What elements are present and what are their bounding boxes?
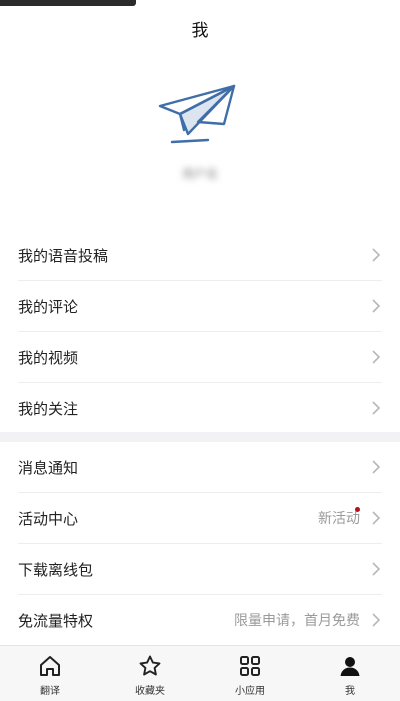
tab-favorites[interactable]: 收藏夹	[100, 646, 200, 701]
chevron-right-icon	[372, 401, 381, 415]
grid-icon	[240, 656, 260, 676]
chevron-right-icon	[372, 299, 381, 313]
menu-item-label: 我的视频	[18, 348, 79, 367]
free-data-hint: 限量申请，首月免费	[234, 613, 360, 629]
status-bar-pill	[0, 0, 136, 6]
menu-item-offline-package[interactable]: 下载离线包	[18, 544, 382, 595]
menu-group-account: 我的语音投稿 我的评论 我的视频 我的关注	[0, 230, 400, 433]
star-icon	[139, 655, 161, 676]
tab-translate[interactable]: 翻译	[0, 646, 100, 701]
username-text: 用户名	[181, 166, 218, 181]
tab-label: 收藏夹	[135, 686, 165, 697]
tab-mini-apps[interactable]: 小应用	[200, 646, 300, 701]
section-divider	[0, 432, 400, 442]
menu-item-free-data[interactable]: 免流量特权 限量申请，首月免费	[18, 595, 382, 645]
menu-item-activity-center[interactable]: 活动中心 新活动	[18, 493, 382, 544]
chevron-right-icon	[372, 350, 381, 364]
new-activity-hint: 新活动	[318, 511, 360, 527]
menu-item-label: 我的评论	[18, 297, 79, 316]
page-header: 我	[0, 8, 400, 48]
chevron-right-icon	[372, 562, 381, 576]
menu-item-following[interactable]: 我的关注	[18, 383, 382, 433]
chevron-right-icon	[372, 511, 381, 525]
menu-item-voice-submissions[interactable]: 我的语音投稿	[18, 230, 382, 281]
menu-group-settings: 消息通知 活动中心 新活动 下载离线包 免流量特权 限量申请，首月免费	[0, 442, 400, 645]
chevron-right-icon	[372, 613, 381, 627]
menu-item-comments[interactable]: 我的评论	[18, 281, 382, 332]
menu-item-label: 免流量特权	[18, 611, 94, 630]
home-icon	[40, 656, 60, 676]
menu-item-videos[interactable]: 我的视频	[18, 332, 382, 383]
tab-label: 小应用	[235, 686, 265, 697]
chevron-right-icon	[372, 248, 381, 262]
new-badge-dot	[355, 507, 360, 512]
menu-item-label: 消息通知	[18, 458, 79, 477]
menu-item-label: 我的语音投稿	[18, 246, 109, 265]
status-bar	[0, 0, 400, 8]
tab-label: 翻译	[40, 686, 60, 697]
menu-item-notifications[interactable]: 消息通知	[18, 442, 382, 493]
profile-section: 用户名	[0, 48, 400, 226]
tab-label: 我	[345, 686, 355, 697]
tab-me[interactable]: 我	[300, 646, 400, 701]
menu-item-label: 活动中心	[18, 509, 79, 528]
menu-item-label: 下载离线包	[18, 560, 94, 579]
bottom-tab-bar: 翻译 收藏夹 小应用 我	[0, 645, 400, 701]
page-title: 我	[191, 20, 209, 41]
chevron-right-icon	[372, 460, 381, 474]
paper-plane-logo-icon	[158, 84, 236, 144]
menu-item-label: 我的关注	[18, 399, 79, 418]
person-icon	[340, 657, 360, 676]
